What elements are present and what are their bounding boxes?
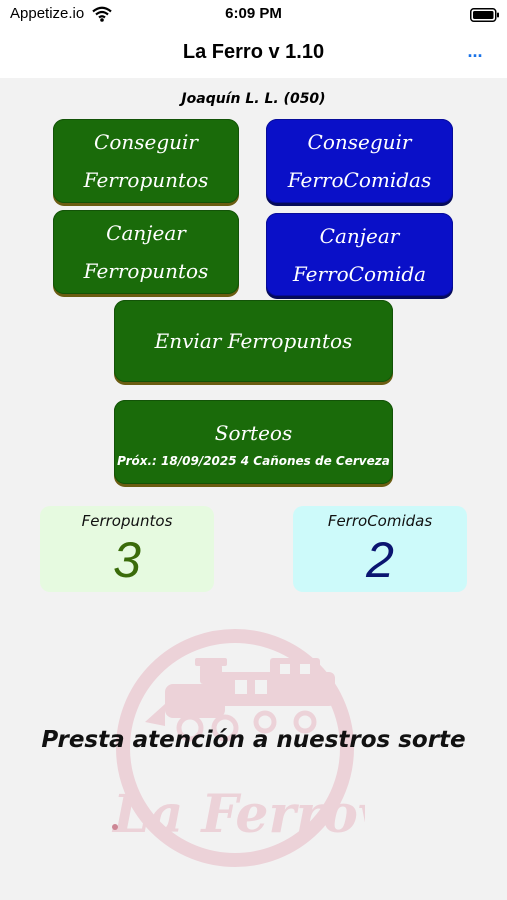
user-name-label: Joaquín L. L. (050) <box>181 91 326 107</box>
page-title: La Ferro v 1.10 <box>182 41 325 63</box>
canjear-ferropuntos-button[interactable]: Canjear Ferropuntos <box>53 210 239 294</box>
sorteos-button[interactable]: Sorteos Próx.: 18/09/2025 4 Cañones de C… <box>114 400 393 484</box>
canjear-ferrocomida-button[interactable]: Canjear FerroComida <box>266 213 453 296</box>
button-label: Enviar Ferropuntos <box>154 329 353 353</box>
button-label-line-2: Ferropuntos <box>83 259 209 283</box>
button-label-line-1: Conseguir <box>94 130 198 154</box>
button-label-line-1: Canjear <box>319 223 400 248</box>
ferropuntos-counter: Ferropuntos 3 <box>40 506 214 592</box>
ferrocomidas-value: 2 <box>366 532 394 588</box>
button-label-line-2: Ferropuntos <box>83 168 209 192</box>
more-options-button[interactable]: ... <box>462 42 488 65</box>
train-logo-icon: La Ferrovia <box>105 622 442 886</box>
ferropuntos-label: Ferropuntos <box>81 512 173 530</box>
ferrocomidas-counter: FerroComidas 2 <box>293 506 467 592</box>
promo-marquee: Presta atención a nuestros sorte <box>41 727 466 753</box>
navigation-bar: La Ferro v 1.10 ... <box>0 30 507 78</box>
clock: 6:09 PM <box>225 5 282 22</box>
button-label-line-1: Canjear <box>106 221 186 245</box>
next-raffle-label: Próx.: 18/09/2025 4 Cañones de Cerveza <box>117 454 390 468</box>
button-label: Sorteos <box>214 421 293 445</box>
ferrocomidas-label: FerroComidas <box>327 512 433 530</box>
enviar-ferropuntos-button[interactable]: Enviar Ferropuntos <box>114 300 393 382</box>
conseguir-ferropuntos-button[interactable]: Conseguir Ferropuntos <box>53 119 239 203</box>
conseguir-ferrocomidas-button[interactable]: Conseguir FerroComidas <box>266 119 453 203</box>
battery-icon <box>470 7 500 26</box>
button-label-line-1: Conseguir <box>307 130 412 154</box>
watermark-text: La Ferrovia <box>111 784 365 845</box>
status-bar: Appetize.io 6:09 PM <box>0 0 507 30</box>
button-label-line-2: FerroComida <box>292 261 427 286</box>
ferropuntos-value: 3 <box>113 532 141 588</box>
button-label-line-2: FerroComidas <box>287 168 432 192</box>
